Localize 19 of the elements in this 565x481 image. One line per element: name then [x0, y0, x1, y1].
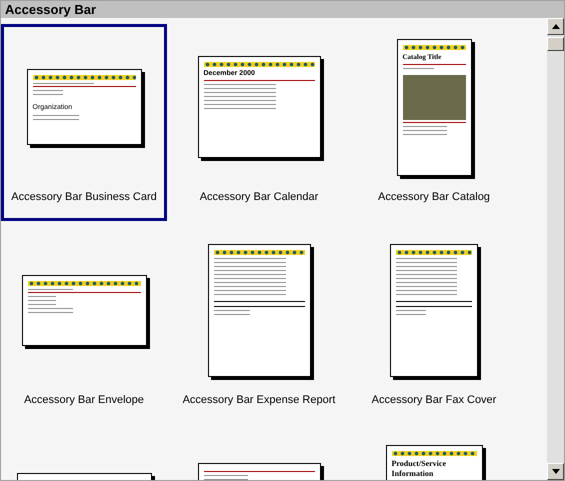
template-label: Accessory Bar Expense Report — [182, 393, 336, 408]
scrollbar[interactable] — [547, 18, 564, 480]
template-tile[interactable]: Accessory Bar Envelope — [1, 227, 167, 424]
scroll-up-button[interactable] — [547, 18, 564, 35]
template-label: Accessory Bar Envelope — [23, 393, 145, 408]
template-label: Accessory Bar Catalog — [377, 190, 491, 205]
document-heading: Product/Service Information — [392, 458, 448, 478]
photo-placeholder — [402, 74, 466, 120]
down-arrow-icon — [552, 469, 560, 474]
template-tile[interactable]: Accessory Bar Fax Cover — [351, 227, 517, 424]
template-label: Accessory Bar Calendar — [198, 190, 320, 205]
scroll-thumb[interactable] — [547, 37, 564, 51]
template-tile[interactable]: Accessory Bar Expense Report — [176, 227, 342, 424]
template-tile[interactable]: Product/Service Information — [351, 430, 517, 480]
panel-header: Accessory Bar — [1, 1, 564, 18]
scroll-down-button[interactable] — [547, 463, 564, 480]
up-arrow-icon — [552, 24, 560, 29]
template-label: Accessory Bar Business Card — [10, 190, 158, 205]
template-label: Accessory Bar Fax Cover — [370, 393, 498, 408]
